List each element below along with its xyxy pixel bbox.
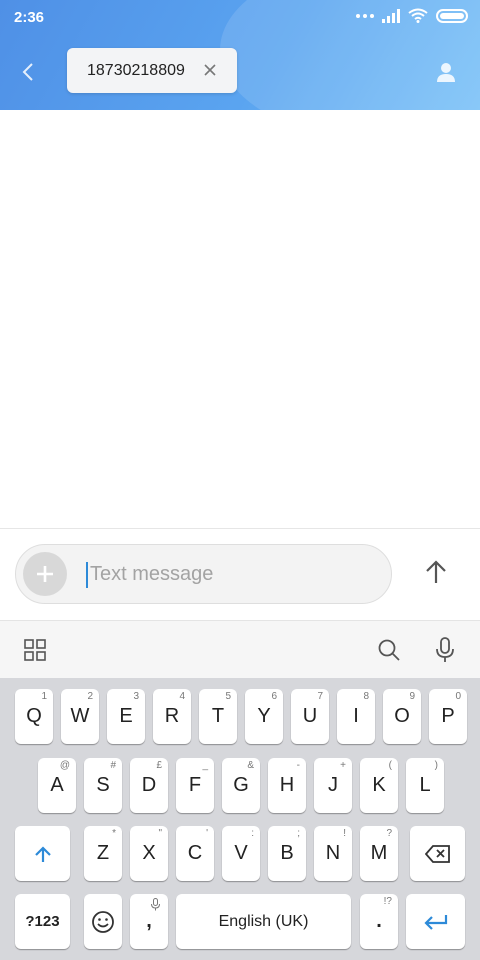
- message-list[interactable]: [0, 110, 480, 528]
- backspace-key[interactable]: [410, 826, 465, 881]
- key-w[interactable]: W2: [61, 689, 99, 744]
- key-h[interactable]: H-: [268, 758, 306, 813]
- keyboard: Q1 W2 E3 R4 T5 Y6 U7 I8 O9 P0 A @ S # D £ F…: [0, 678, 480, 960]
- search-icon: [378, 639, 400, 661]
- key-j[interactable]: J +: [314, 758, 352, 813]
- key-d[interactable]: D £: [130, 758, 168, 813]
- microphone-icon: [436, 637, 454, 662]
- smiley-icon: [92, 910, 114, 933]
- backspace-icon: [424, 844, 450, 863]
- key-n[interactable]: N!: [314, 826, 352, 881]
- text-cursor: [86, 562, 88, 588]
- voice-input-button[interactable]: [430, 635, 460, 665]
- key-q[interactable]: Q1: [15, 689, 53, 744]
- arrow-up-icon: [426, 560, 446, 583]
- message-input[interactable]: Text message: [90, 563, 213, 586]
- key-u[interactable]: U7: [291, 689, 329, 744]
- key-c[interactable]: C ': [176, 826, 214, 881]
- key-v[interactable]: V:: [222, 826, 260, 881]
- enter-icon: [423, 914, 447, 930]
- status-icons: [356, 8, 468, 23]
- key-z[interactable]: Z *: [84, 826, 122, 881]
- comma-key[interactable]: ,: [130, 894, 168, 949]
- emoji-key[interactable]: [84, 894, 122, 949]
- person-icon: [437, 63, 455, 82]
- key-i[interactable]: I8: [337, 689, 375, 744]
- key-r[interactable]: R4: [153, 689, 191, 744]
- grid-icon: [24, 639, 46, 661]
- key-x[interactable]: X ": [130, 826, 168, 881]
- period-key[interactable]: . !?: [360, 894, 398, 949]
- keyboard-menu-button[interactable]: [20, 635, 50, 665]
- chevron-left-icon: [22, 63, 33, 81]
- shift-arrow-icon: [34, 845, 51, 862]
- compose-bar: Text message: [15, 544, 392, 604]
- space-key[interactable]: English (UK): [176, 894, 351, 949]
- keyboard-search-button[interactable]: [374, 635, 404, 665]
- remove-recipient-button[interactable]: [201, 61, 219, 79]
- key-l[interactable]: L): [406, 758, 444, 813]
- contact-button[interactable]: [432, 58, 460, 86]
- symbols-key[interactable]: ?123: [15, 894, 70, 949]
- notification-dots-icon: [356, 13, 374, 18]
- back-button[interactable]: [14, 58, 42, 86]
- key-y[interactable]: Y6: [245, 689, 283, 744]
- recipient-number: 18730218809: [87, 61, 185, 79]
- battery-icon: [436, 8, 468, 23]
- divider: [0, 528, 480, 529]
- send-button[interactable]: [416, 556, 456, 588]
- status-bar: 2:36: [0, 0, 480, 34]
- key-b[interactable]: B;: [268, 826, 306, 881]
- app-header: 2:36 18730218809: [0, 0, 480, 110]
- key-t[interactable]: T5: [199, 689, 237, 744]
- signal-icon: [382, 8, 400, 23]
- plus-icon: [37, 566, 53, 582]
- status-time: 2:36: [14, 9, 45, 26]
- recipient-chip[interactable]: 18730218809: [67, 48, 237, 93]
- shift-key[interactable]: [15, 826, 70, 881]
- close-icon: [204, 64, 216, 76]
- key-k[interactable]: K(: [360, 758, 398, 813]
- key-e[interactable]: E3: [107, 689, 145, 744]
- key-o[interactable]: O9: [383, 689, 421, 744]
- key-f[interactable]: F _: [176, 758, 214, 813]
- wifi-icon: [408, 8, 428, 23]
- key-m[interactable]: M?: [360, 826, 398, 881]
- mic-hint-icon: [151, 898, 160, 911]
- enter-key[interactable]: [406, 894, 465, 949]
- key-s[interactable]: S #: [84, 758, 122, 813]
- key-a[interactable]: A @: [38, 758, 76, 813]
- keyboard-toolbar: [0, 620, 480, 678]
- add-attachment-button[interactable]: [23, 552, 67, 596]
- key-p[interactable]: P0: [429, 689, 467, 744]
- key-g[interactable]: G &: [222, 758, 260, 813]
